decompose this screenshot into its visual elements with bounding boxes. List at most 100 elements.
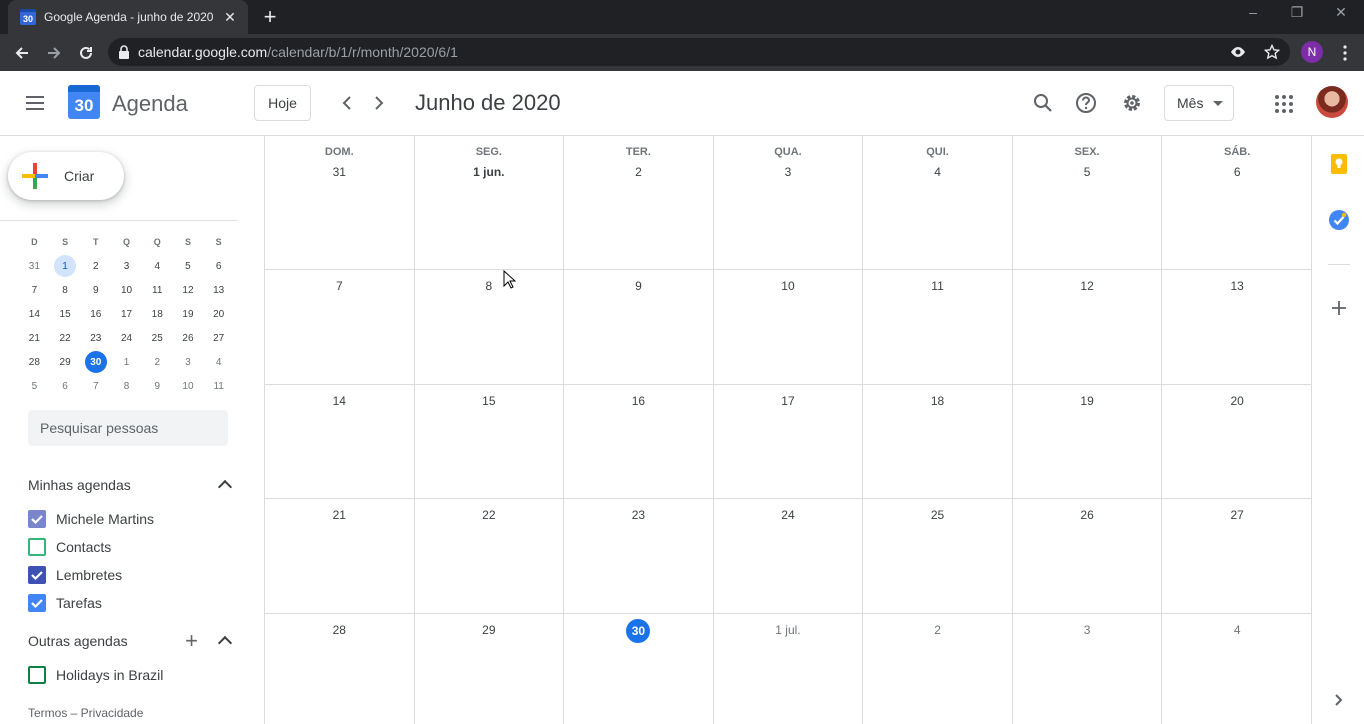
day-number[interactable]: 30 (564, 619, 713, 643)
day-number[interactable]: 18 (863, 394, 1012, 408)
day-number[interactable]: 4 (1162, 623, 1312, 637)
window-close-icon[interactable]: ✕ (1318, 4, 1364, 21)
create-button[interactable]: Criar (8, 152, 124, 200)
mini-calendar-day[interactable]: 2 (80, 254, 111, 278)
people-search-input[interactable] (28, 410, 228, 446)
mini-calendar-day[interactable]: 6 (203, 254, 234, 278)
tasks-check-icon[interactable] (1329, 210, 1349, 230)
day-cell[interactable]: 25 (863, 499, 1013, 613)
calendar-checkbox[interactable] (28, 510, 46, 528)
mini-calendar-day[interactable]: 6 (50, 374, 81, 398)
day-number[interactable]: 15 (415, 394, 564, 408)
day-cell[interactable]: 1 jul. (714, 614, 864, 724)
mini-calendar-day[interactable]: 17 (111, 302, 142, 326)
day-cell[interactable]: TER. 2 (564, 136, 714, 269)
day-number[interactable]: 10 (714, 279, 863, 293)
calendar-logo-icon[interactable]: 30 (68, 85, 100, 119)
day-number[interactable]: 3 (714, 165, 863, 179)
day-cell[interactable]: SEG. 1 jun. (415, 136, 565, 269)
day-cell[interactable]: 2 (863, 614, 1013, 724)
mini-calendar-day[interactable]: 10 (111, 278, 142, 302)
previous-month-icon[interactable] (335, 91, 359, 115)
my-calendars-header[interactable]: Minhas agendas (28, 473, 236, 497)
main-menu-icon[interactable] (24, 93, 48, 113)
day-cell[interactable]: 17 (714, 385, 864, 498)
browser-menu-icon[interactable] (1332, 40, 1358, 66)
mini-calendar-day[interactable]: 27 (203, 326, 234, 350)
calendar-checkbox[interactable] (28, 566, 46, 584)
view-selector[interactable]: Mês (1164, 85, 1234, 121)
mini-calendar-day[interactable]: 1 (50, 254, 81, 278)
other-calendars-header[interactable]: Outras agendas + (28, 629, 236, 653)
mini-calendar-day[interactable]: 2 (142, 350, 173, 374)
address-bar[interactable]: calendar.google.com/calendar/b/1/r/month… (108, 38, 1290, 66)
tab-close-icon[interactable]: ✕ (222, 9, 238, 26)
mini-calendar-day[interactable]: 24 (111, 326, 142, 350)
day-cell[interactable]: 22 (415, 499, 565, 613)
day-number[interactable]: 8 (415, 279, 564, 293)
calendar-list-item[interactable]: Holidays in Brazil (28, 663, 163, 687)
mini-calendar-day[interactable]: 20 (203, 302, 234, 326)
mini-calendar-day[interactable]: 11 (203, 374, 234, 398)
day-cell[interactable]: 4 (1162, 614, 1312, 724)
day-number[interactable]: 1 jun. (415, 165, 564, 179)
day-cell[interactable]: 10 (714, 270, 864, 384)
forward-icon[interactable] (41, 40, 67, 66)
day-cell[interactable]: 15 (415, 385, 565, 498)
day-cell[interactable]: SÁB. 6 (1162, 136, 1312, 269)
day-cell[interactable]: 12 (1013, 270, 1163, 384)
day-number[interactable]: 23 (564, 508, 713, 522)
day-number[interactable]: 11 (863, 279, 1012, 293)
day-number[interactable]: 5 (1013, 165, 1162, 179)
day-cell[interactable]: 24 (714, 499, 864, 613)
day-number[interactable]: 19 (1013, 394, 1162, 408)
day-cell[interactable]: 28 (265, 614, 415, 724)
day-cell[interactable]: 18 (863, 385, 1013, 498)
expand-panel-chevron-icon[interactable] (1329, 690, 1349, 710)
add-addon-plus-icon[interactable] (1329, 298, 1349, 318)
day-cell[interactable]: 20 (1162, 385, 1312, 498)
mini-calendar-day[interactable]: 3 (111, 254, 142, 278)
day-cell[interactable]: SEX. 5 (1013, 136, 1163, 269)
reload-icon[interactable] (73, 40, 99, 66)
day-cell[interactable]: 9 (564, 270, 714, 384)
day-number[interactable]: 9 (564, 279, 713, 293)
footer-links[interactable]: Termos – Privacidade (28, 706, 143, 720)
day-cell[interactable]: 8 (415, 270, 565, 384)
add-calendar-plus-icon[interactable]: + (185, 630, 198, 652)
mini-calendar-day[interactable]: 9 (80, 278, 111, 302)
day-number[interactable]: 1 jul. (714, 623, 863, 637)
day-number[interactable]: 25 (863, 508, 1012, 522)
day-number[interactable]: 4 (863, 165, 1012, 179)
day-cell[interactable]: QUA. 3 (714, 136, 864, 269)
calendar-checkbox[interactable] (28, 594, 46, 612)
calendar-list-item[interactable]: Michele Martins (28, 507, 154, 531)
mini-calendar-day[interactable]: 5 (19, 374, 50, 398)
day-number[interactable]: 13 (1162, 279, 1312, 293)
mini-calendar-day[interactable]: 31 (19, 254, 50, 278)
day-number[interactable]: 17 (714, 394, 863, 408)
mini-calendar-day[interactable]: 26 (173, 326, 204, 350)
today-button[interactable]: Hoje (254, 85, 311, 121)
mini-calendar-day[interactable]: 8 (50, 278, 81, 302)
mini-calendar-day[interactable]: 18 (142, 302, 173, 326)
mini-calendar-day[interactable]: 19 (173, 302, 204, 326)
mini-calendar-day[interactable]: 7 (80, 374, 111, 398)
bookmark-star-icon[interactable] (1264, 44, 1280, 60)
day-number[interactable]: 24 (714, 508, 863, 522)
day-cell[interactable]: 26 (1013, 499, 1163, 613)
mini-calendar-day[interactable]: 3 (173, 350, 204, 374)
day-number[interactable]: 21 (265, 508, 414, 522)
day-number[interactable]: 22 (415, 508, 564, 522)
keep-lightbulb-icon[interactable] (1329, 154, 1349, 174)
day-number[interactable]: 3 (1013, 623, 1162, 637)
google-apps-icon[interactable] (1275, 95, 1293, 113)
mini-calendar-day[interactable]: 16 (80, 302, 111, 326)
browser-tab[interactable]: 30 Google Agenda - junho de 2020 ✕ (8, 0, 248, 34)
day-cell[interactable]: 29 (415, 614, 565, 724)
day-number[interactable]: 12 (1013, 279, 1162, 293)
day-number[interactable]: 6 (1162, 165, 1312, 179)
day-cell[interactable]: 21 (265, 499, 415, 613)
settings-gear-icon[interactable] (1119, 90, 1145, 116)
chevron-up-icon[interactable] (217, 635, 233, 651)
